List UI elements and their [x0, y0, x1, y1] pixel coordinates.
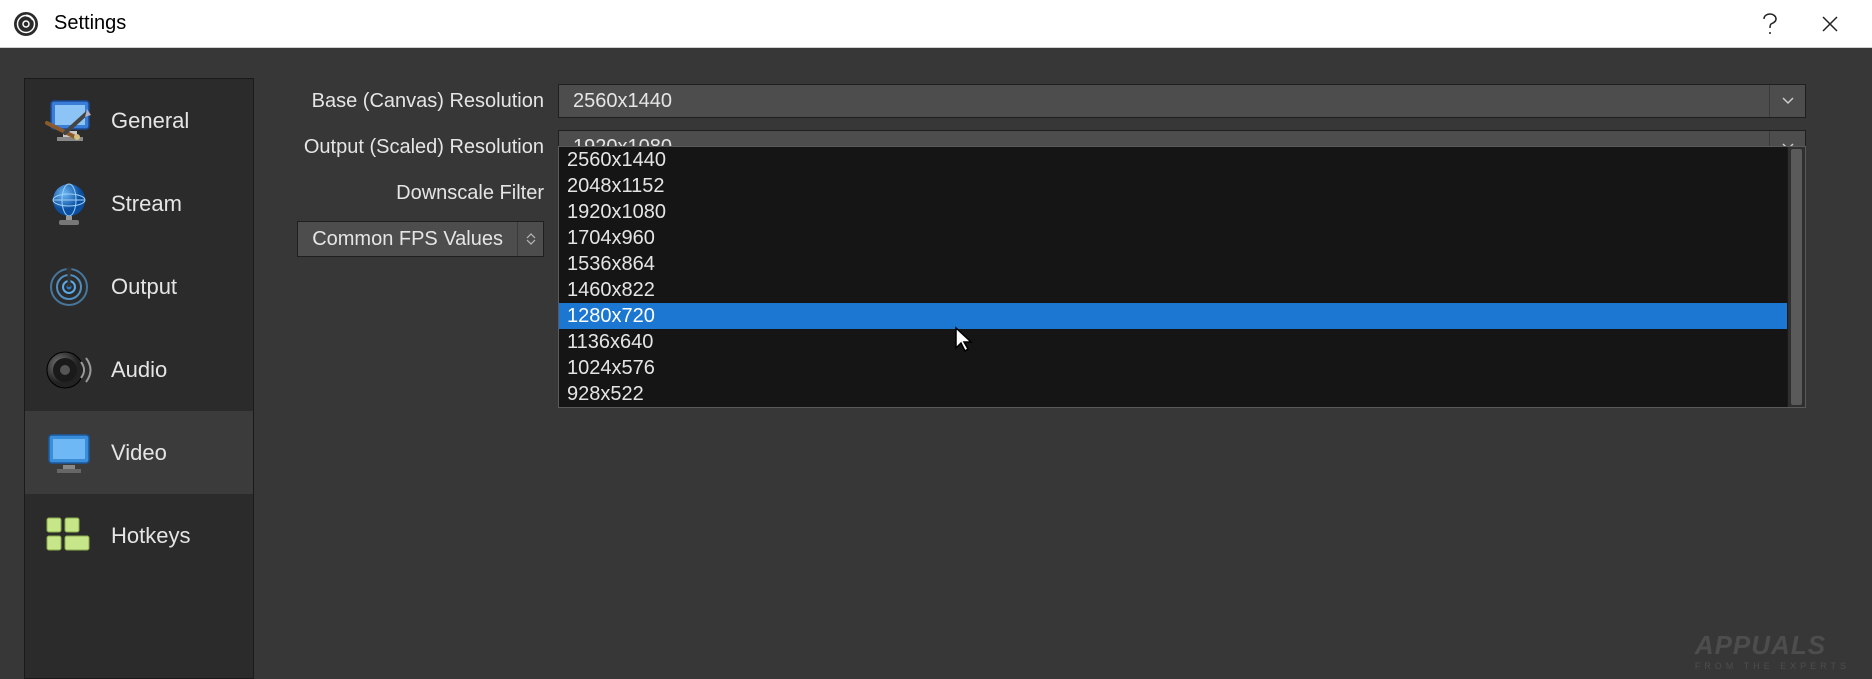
sidebar-item-audio[interactable]: Audio — [25, 328, 253, 411]
output-resolution-label: Output (Scaled) Resolution — [258, 136, 558, 159]
dropdown-option[interactable]: 1536x864 — [559, 251, 1787, 277]
dropdown-option[interactable]: 928x522 — [559, 381, 1787, 407]
general-icon — [33, 91, 105, 151]
sidebar-item-output[interactable]: Output — [25, 245, 253, 328]
dropdown-option[interactable]: 1704x960 — [559, 225, 1787, 251]
dropdown-option[interactable]: 1280x720 — [559, 303, 1787, 329]
dropdown-option[interactable]: 1024x576 — [559, 355, 1787, 381]
sidebar-item-label: Output — [111, 274, 177, 300]
watermark-text: APPUALS — [1695, 630, 1826, 660]
watermark-sub: FROM THE EXPERTS — [1695, 661, 1850, 671]
video-icon — [33, 423, 105, 483]
sidebar-item-stream[interactable]: Stream — [25, 162, 253, 245]
fps-type-combo[interactable]: Common FPS Values — [297, 221, 544, 257]
sidebar-item-hotkeys[interactable]: Hotkeys — [25, 494, 253, 577]
sidebar-item-video[interactable]: Video — [25, 411, 253, 494]
video-settings-panel: Base (Canvas) Resolution 2560x1440 Outpu… — [254, 48, 1872, 679]
sidebar-item-label: Audio — [111, 357, 167, 383]
dropdown-scrollbar[interactable] — [1787, 147, 1805, 407]
content-area: General — [0, 48, 1872, 679]
titlebar: Settings — [0, 0, 1872, 48]
fps-type-value: Common FPS Values — [312, 228, 503, 251]
downscale-filter-label: Downscale Filter — [258, 182, 558, 205]
dropdown-option[interactable]: 2048x1152 — [559, 173, 1787, 199]
sidebar-item-label: General — [111, 108, 189, 134]
obs-icon — [12, 10, 40, 38]
dropdown-option[interactable]: 1136x640 — [559, 329, 1787, 355]
dropdown-option[interactable]: 1460x822 — [559, 277, 1787, 303]
chevron-down-icon — [1769, 85, 1805, 117]
spinner-icon — [517, 222, 543, 256]
settings-sidebar: General — [24, 78, 254, 679]
stream-icon — [33, 174, 105, 234]
hotkeys-icon — [33, 506, 105, 566]
base-resolution-combo[interactable]: 2560x1440 — [558, 84, 1806, 118]
sidebar-item-label: Stream — [111, 191, 182, 217]
sidebar-item-label: Hotkeys — [111, 523, 190, 549]
sidebar-item-label: Video — [111, 440, 167, 466]
window-title: Settings — [54, 12, 126, 35]
sidebar-item-general[interactable]: General — [25, 79, 253, 162]
close-button[interactable] — [1800, 0, 1860, 48]
audio-icon — [33, 340, 105, 400]
help-button[interactable] — [1740, 0, 1800, 48]
output-resolution-dropdown: 2560x1440 2048x1152 1920x1080 1704x960 1… — [558, 146, 1806, 408]
watermark: APPUALS FROM THE EXPERTS — [1695, 630, 1850, 671]
base-resolution-value: 2560x1440 — [573, 90, 672, 113]
dropdown-option[interactable]: 2560x1440 — [559, 147, 1787, 173]
base-resolution-row: Base (Canvas) Resolution 2560x1440 — [258, 78, 1872, 124]
base-resolution-label: Base (Canvas) Resolution — [258, 90, 558, 113]
dropdown-option[interactable]: 1920x1080 — [559, 199, 1787, 225]
dropdown-list: 2560x1440 2048x1152 1920x1080 1704x960 1… — [559, 147, 1787, 407]
output-icon — [33, 257, 105, 317]
